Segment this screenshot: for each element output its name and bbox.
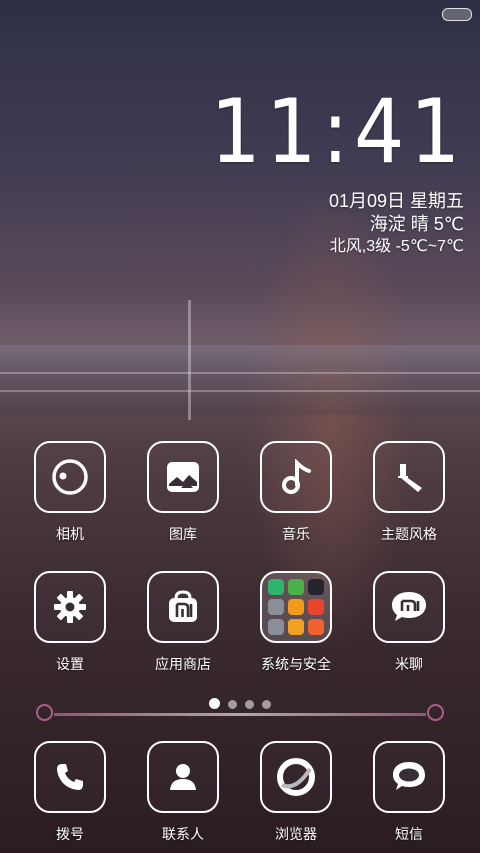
- app-settings[interactable]: 设置: [15, 571, 125, 674]
- app-music[interactable]: 音乐: [241, 441, 351, 544]
- folder-mini-app-icon: [308, 599, 324, 615]
- app-browser[interactable]: 浏览器: [241, 741, 351, 844]
- app-store[interactable]: 应用商店: [128, 571, 238, 674]
- person-icon: [170, 764, 196, 790]
- folder-mini-app-icon: [288, 579, 304, 595]
- app-label: 联系人: [162, 826, 204, 842]
- folder-mini-app-icon: [288, 619, 304, 635]
- app-label: 应用商店: [155, 656, 211, 672]
- app-label: 相机: [56, 526, 84, 542]
- folder-mini-app-icon: [308, 579, 324, 595]
- app-label: 设置: [56, 656, 84, 672]
- camera-lens-icon: [52, 459, 88, 495]
- app-contacts[interactable]: 联系人: [128, 741, 238, 844]
- app-gallery[interactable]: 图库: [128, 441, 238, 544]
- app-label: 图库: [169, 526, 197, 542]
- shopping-bag-icon: [169, 590, 197, 622]
- folder-icon[interactable]: [260, 571, 332, 643]
- browser-icon: [277, 758, 315, 796]
- contacts-icon-box[interactable]: [147, 741, 219, 813]
- store-icon-box[interactable]: [147, 571, 219, 643]
- browser-icon-box[interactable]: [260, 741, 332, 813]
- app-label: 主题风格: [381, 526, 437, 542]
- gallery-icon: [167, 462, 199, 492]
- themes-icon-box[interactable]: [373, 441, 445, 513]
- brush-icon: [398, 464, 422, 492]
- folder-mini-app-icon: [268, 579, 284, 595]
- gallery-icon-box[interactable]: [147, 441, 219, 513]
- dock-divider-end: [427, 704, 444, 721]
- dock-divider-end: [36, 704, 53, 721]
- clock-time: 11:41: [210, 80, 466, 183]
- phone-icon: [57, 764, 83, 790]
- music-note-icon: [282, 459, 311, 494]
- settings-icon-box[interactable]: [34, 571, 106, 643]
- app-phone[interactable]: 拨号: [15, 741, 125, 844]
- page-dot[interactable]: [245, 700, 254, 709]
- wind-text: 北风,3级 -5℃~7℃: [329, 238, 464, 255]
- gear-icon: [54, 591, 86, 623]
- wallpaper-rail: [0, 390, 480, 392]
- folder-mini-app-icon: [268, 619, 284, 635]
- wallpaper-sea: [0, 345, 480, 415]
- app-label: 拨号: [56, 826, 84, 842]
- app-label: 短信: [395, 826, 423, 842]
- page-dot[interactable]: [209, 698, 220, 709]
- wallpaper-post: [188, 300, 191, 420]
- page-dot[interactable]: [228, 700, 237, 709]
- music-icon-box[interactable]: [260, 441, 332, 513]
- app-label: 米聊: [395, 656, 423, 672]
- chat-bubble-icon: [392, 592, 426, 621]
- app-messages[interactable]: 短信: [354, 741, 464, 844]
- camera-icon-box[interactable]: [34, 441, 106, 513]
- folder-preview-grid: [268, 579, 324, 635]
- app-label: 系统与安全: [261, 656, 331, 672]
- app-themes[interactable]: 主题风格: [354, 441, 464, 544]
- phone-icon-box[interactable]: [34, 741, 106, 813]
- status-indicator: [442, 8, 472, 21]
- app-miliao[interactable]: 米聊: [354, 571, 464, 674]
- folder-mini-app-icon: [268, 599, 284, 615]
- page-indicator: [0, 696, 480, 714]
- app-label: 浏览器: [275, 826, 317, 842]
- dock-divider: [54, 713, 426, 716]
- messages-icon-box[interactable]: [373, 741, 445, 813]
- page-dot[interactable]: [262, 700, 271, 709]
- folder-mini-app-icon: [308, 619, 324, 635]
- app-camera[interactable]: 相机: [15, 441, 125, 544]
- app-system-security-folder[interactable]: 系统与安全: [241, 571, 351, 674]
- miliao-icon-box[interactable]: [373, 571, 445, 643]
- folder-mini-app-icon: [288, 599, 304, 615]
- wallpaper-rail: [0, 372, 480, 374]
- message-bubble-icon: [393, 762, 425, 790]
- app-label: 音乐: [282, 526, 310, 542]
